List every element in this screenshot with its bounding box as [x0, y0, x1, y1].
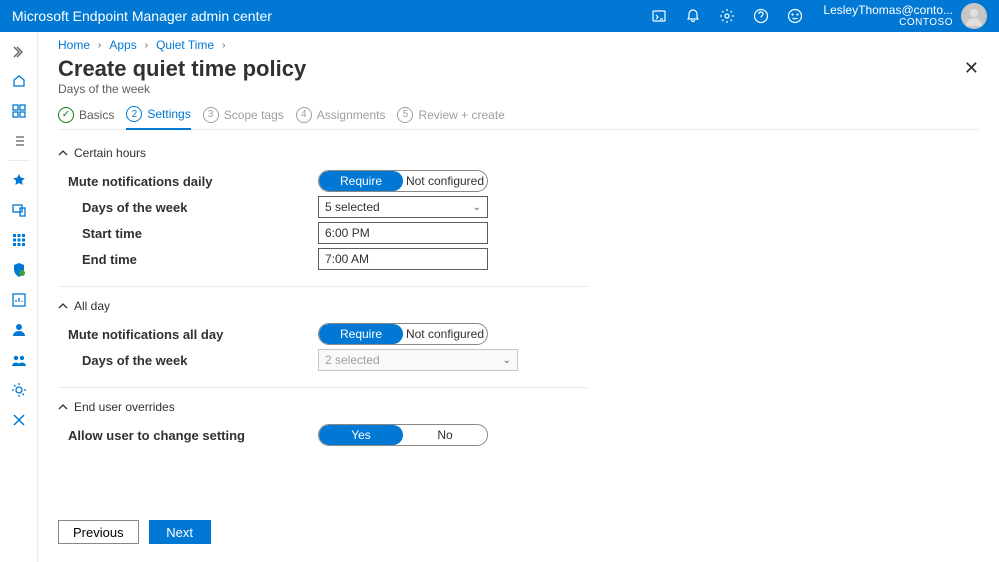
chevron-up-icon: [58, 301, 68, 311]
product-title: Microsoft Endpoint Manager admin center: [12, 8, 272, 24]
nav-tenant-icon[interactable]: [0, 375, 37, 405]
section-toggle-overrides[interactable]: End user overrides: [58, 400, 588, 414]
wizard-footer: Previous Next: [58, 510, 979, 562]
breadcrumb-apps[interactable]: Apps: [109, 38, 136, 52]
section-toggle-all-day[interactable]: All day: [58, 299, 588, 313]
nav-home-icon[interactable]: [0, 66, 37, 96]
page-title: Create quiet time policy: [58, 56, 979, 82]
global-header: Microsoft Endpoint Manager admin center …: [0, 0, 999, 32]
allow-change-toggle[interactable]: Yes No: [318, 424, 488, 446]
chevron-right-icon: ›: [145, 40, 148, 51]
help-icon[interactable]: [753, 8, 769, 24]
header-icon-row: [651, 8, 811, 24]
step-basics[interactable]: ✓ Basics: [58, 107, 114, 129]
nav-devices-icon[interactable]: [0, 195, 37, 225]
chevron-up-icon: [58, 402, 68, 412]
step-review-create[interactable]: 5 Review + create: [397, 107, 504, 129]
section-certain-hours: Certain hours Mute notifications daily R…: [58, 146, 588, 287]
nav-groups-icon[interactable]: [0, 345, 37, 375]
days-of-week-all-day-label: Days of the week: [58, 353, 318, 368]
mute-all-day-label: Mute notifications all day: [58, 327, 318, 342]
nav-reports-icon[interactable]: [0, 285, 37, 315]
section-overrides: End user overrides Allow user to change …: [58, 400, 588, 462]
step-label: Scope tags: [224, 108, 284, 122]
toggle-yes[interactable]: Yes: [319, 425, 403, 445]
step-assignments[interactable]: 4 Assignments: [296, 107, 386, 129]
close-icon[interactable]: ✕: [964, 58, 979, 79]
user-name: LesleyThomas@conto...: [823, 3, 953, 17]
toggle-require[interactable]: Require: [319, 324, 403, 344]
step-settings[interactable]: 2 Settings: [126, 106, 190, 130]
step-label: Assignments: [317, 108, 386, 122]
toggle-not-configured[interactable]: Not configured: [403, 324, 487, 344]
user-block[interactable]: LesleyThomas@conto... CONTOSO: [823, 3, 953, 29]
chevron-up-icon: [58, 148, 68, 158]
bell-icon[interactable]: [685, 8, 701, 24]
chevron-right-icon: ›: [222, 40, 225, 51]
nav-list-icon[interactable]: [0, 126, 37, 156]
avatar[interactable]: [961, 3, 987, 29]
section-toggle-certain-hours[interactable]: Certain hours: [58, 146, 588, 160]
toggle-require[interactable]: Require: [319, 171, 403, 191]
nav-security-icon[interactable]: [0, 255, 37, 285]
check-icon: ✓: [58, 107, 74, 123]
page-subtitle: Days of the week: [58, 82, 979, 96]
mute-all-day-toggle[interactable]: Require Not configured: [318, 323, 488, 345]
chevron-down-icon: ⌄: [473, 202, 481, 213]
mute-daily-label: Mute notifications daily: [58, 174, 318, 189]
nav-dashboard-icon[interactable]: [0, 96, 37, 126]
mute-daily-toggle[interactable]: Require Not configured: [318, 170, 488, 192]
end-time-label: End time: [58, 252, 318, 267]
step-label: Basics: [79, 108, 114, 122]
step-scope-tags[interactable]: 3 Scope tags: [203, 107, 284, 129]
breadcrumb-quiet-time[interactable]: Quiet Time: [156, 38, 214, 52]
wizard-steps: ✓ Basics 2 Settings 3 Scope tags 4 Assig…: [58, 106, 979, 130]
chevron-down-icon: ⌄: [503, 355, 511, 366]
days-of-week-dropdown[interactable]: 5 selected ⌄: [318, 196, 488, 218]
nav-rail: [0, 32, 38, 562]
nav-users-icon[interactable]: [0, 315, 37, 345]
start-time-input[interactable]: 6:00 PM: [318, 222, 488, 244]
next-button[interactable]: Next: [149, 520, 211, 544]
gear-icon[interactable]: [719, 8, 735, 24]
chevron-right-icon: ›: [98, 40, 101, 51]
main-content: Home › Apps › Quiet Time › Create quiet …: [38, 32, 999, 562]
breadcrumb: Home › Apps › Quiet Time ›: [58, 38, 979, 52]
nav-expand-icon[interactable]: [0, 38, 37, 66]
feedback-icon[interactable]: [787, 8, 803, 24]
days-of-week-all-day-dropdown[interactable]: 2 selected ⌄: [318, 349, 518, 371]
days-of-week-label: Days of the week: [58, 200, 318, 215]
end-time-input[interactable]: 7:00 AM: [318, 248, 488, 270]
step-label: Settings: [147, 107, 190, 121]
user-org: CONTOSO: [899, 17, 953, 29]
toggle-no[interactable]: No: [403, 425, 487, 445]
previous-button[interactable]: Previous: [58, 520, 139, 544]
nav-troubleshoot-icon[interactable]: [0, 405, 37, 435]
step-label: Review + create: [418, 108, 504, 122]
breadcrumb-home[interactable]: Home: [58, 38, 90, 52]
section-all-day: All day Mute notifications all day Requi…: [58, 299, 588, 388]
allow-change-label: Allow user to change setting: [58, 428, 318, 443]
nav-favorites-icon[interactable]: [0, 165, 37, 195]
console-icon[interactable]: [651, 8, 667, 24]
start-time-label: Start time: [58, 226, 318, 241]
nav-apps-icon[interactable]: [0, 225, 37, 255]
toggle-not-configured[interactable]: Not configured: [403, 171, 487, 191]
